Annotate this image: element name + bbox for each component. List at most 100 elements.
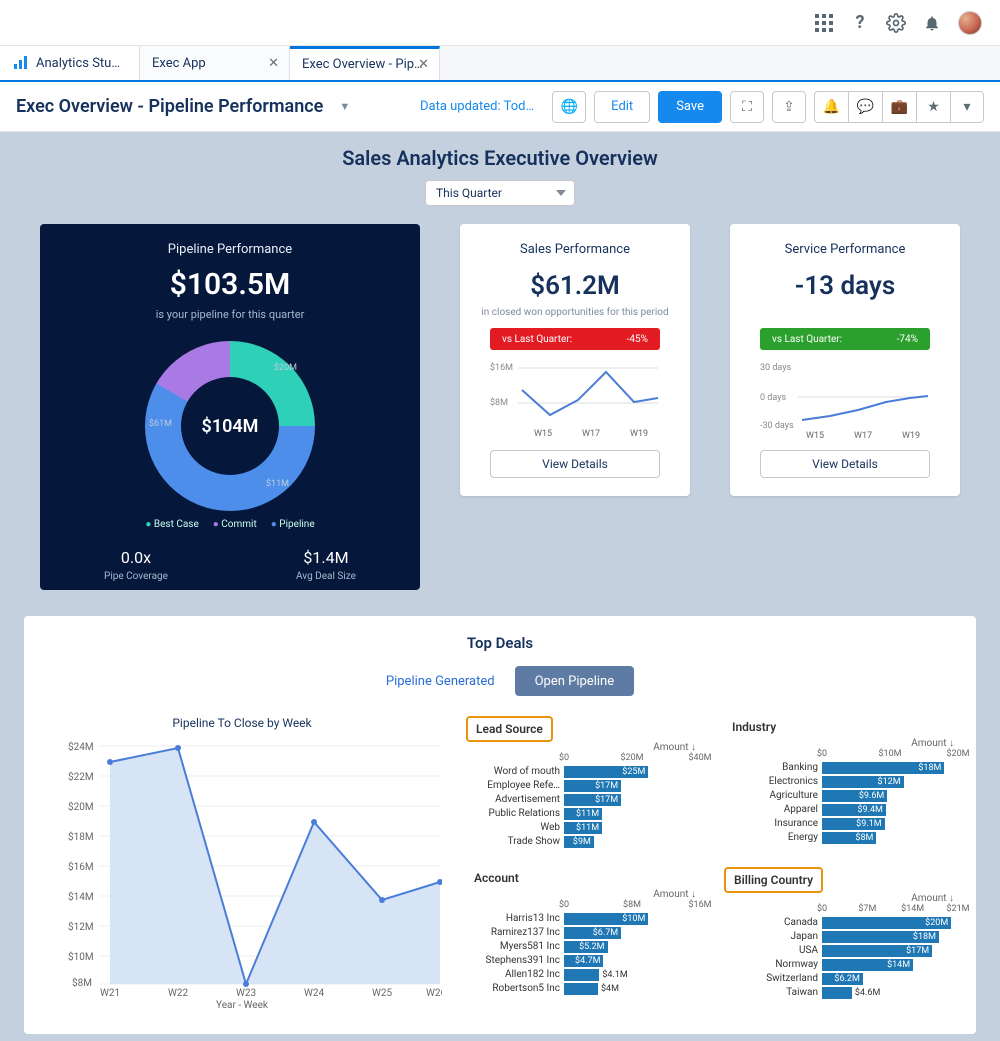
bar-row[interactable]: Agriculture$9.6M: [724, 789, 958, 802]
svg-text:W19: W19: [630, 429, 648, 439]
settings-icon[interactable]: [886, 13, 906, 33]
industry-chart[interactable]: IndustryAmount ↓$0$10M$20MBanking$18MEle…: [724, 716, 958, 855]
page-title: Exec Overview - Pipeline Performance: [16, 96, 323, 117]
bar-row[interactable]: Switzerland$6.2M: [724, 972, 958, 985]
alerts-button[interactable]: 🔔: [814, 91, 848, 123]
svg-text:$24M: $24M: [68, 740, 94, 753]
global-header: ?: [0, 0, 1000, 46]
download-button[interactable]: 💼: [882, 91, 916, 123]
notifications-icon[interactable]: [922, 13, 942, 33]
donut-legend: Best Case Commit Pipeline: [40, 519, 420, 530]
bar-row[interactable]: Canada$20M: [724, 916, 958, 929]
favorite-button[interactable]: ★: [916, 91, 950, 123]
billing-country-chart[interactable]: Billing CountryAmount ↓$0$7M$14M$21MCana…: [724, 867, 958, 1006]
subheader: Exec Overview - Pipeline Performance ▼ D…: [0, 82, 1000, 132]
bar-row[interactable]: Employee Refe…$17M: [466, 779, 700, 792]
amount-header: Amount ↓: [466, 742, 700, 753]
pipeline-subtitle: is your pipeline for this quarter: [40, 308, 420, 321]
bar-row[interactable]: Myers581 Inc$5.2M: [466, 940, 700, 953]
bar-row[interactable]: Normway$14M: [724, 958, 958, 971]
svg-text:$8M: $8M: [72, 976, 92, 989]
bar-row[interactable]: Banking$18M: [724, 761, 958, 774]
bar-row[interactable]: Web$11M: [466, 821, 700, 834]
pipeline-value: $103.5M: [40, 267, 420, 302]
bar-row[interactable]: Robertson5 Inc$4M: [466, 982, 700, 995]
bar-row[interactable]: USA$17M: [724, 944, 958, 957]
card-title: Pipeline Performance: [40, 242, 420, 257]
bar-row[interactable]: Allen182 Inc$4.1M: [466, 968, 700, 981]
close-icon[interactable]: ✕: [418, 57, 429, 72]
period-select[interactable]: This Quarter: [425, 180, 575, 206]
segment-label: $20M: [274, 363, 297, 373]
tab-pipeline-generated[interactable]: Pipeline Generated: [366, 666, 515, 696]
svg-text:$20M: $20M: [68, 800, 94, 813]
workspace-tabstrip: Analytics Stu… Exec App ✕ Exec Overview …: [0, 46, 1000, 82]
avg-deal-size-metric: $1.4MAvg Deal Size: [296, 548, 356, 582]
tab-open-pipeline[interactable]: Open Pipeline: [515, 666, 635, 696]
title-dropdown-icon[interactable]: ▼: [339, 100, 350, 113]
tab-exec-overview[interactable]: Exec Overview - Pip… ✕: [290, 46, 440, 80]
more-button[interactable]: ▾: [950, 91, 984, 123]
bar-row[interactable]: Ramirez137 Inc$6.7M: [466, 926, 700, 939]
svg-text:$18M: $18M: [68, 830, 94, 843]
user-avatar[interactable]: [958, 11, 982, 35]
svg-text:-30 days: -30 days: [760, 421, 794, 431]
pipeline-to-close-chart[interactable]: Pipeline To Close by Week $24M$22M$20M $…: [42, 716, 442, 1006]
bar-row[interactable]: Public Relations$11M: [466, 807, 700, 820]
sales-sparkline[interactable]: $16M $8M W15 W17 W19: [490, 360, 660, 440]
view-details-button[interactable]: View Details: [760, 450, 930, 478]
segment-label: $61M: [149, 419, 172, 429]
service-value: -13 days: [744, 271, 946, 301]
service-sparkline[interactable]: 30 days 0 days -30 days W15 W17 W19: [760, 360, 930, 440]
edit-button[interactable]: Edit: [594, 91, 650, 123]
dashboard-canvas[interactable]: Sales Analytics Executive Overview This …: [0, 132, 1000, 1041]
svg-text:$16M: $16M: [68, 860, 94, 873]
svg-text:W15: W15: [534, 429, 552, 439]
tab-analytics-studio[interactable]: Analytics Stu…: [0, 46, 140, 80]
pipeline-donut-chart[interactable]: $104M $20M $61M $11M: [145, 341, 315, 511]
bar-row[interactable]: Stephens391 Inc$4.7M: [466, 954, 700, 967]
save-button[interactable]: Save: [658, 91, 722, 123]
svg-text:W17: W17: [854, 431, 872, 440]
amount-header: Amount ↓: [724, 893, 958, 904]
lead-source-chart[interactable]: Lead SourceAmount ↓$0$20M$40MWord of mou…: [466, 716, 700, 855]
svg-text:W19: W19: [902, 431, 920, 440]
tab-label: Exec App: [152, 56, 206, 71]
svg-text:W24: W24: [304, 988, 324, 996]
bar-row[interactable]: Word of mouth$25M: [466, 765, 700, 778]
permissions-button[interactable]: 🌐: [552, 91, 586, 123]
bar-row[interactable]: Energy$8M: [724, 831, 958, 844]
analytics-logo-icon: [12, 55, 28, 71]
bar-row[interactable]: Trade Show$9M: [466, 835, 700, 848]
svg-text:W15: W15: [806, 431, 824, 440]
vs-last-quarter-pill: vs Last Quarter:-45%: [490, 328, 660, 350]
chart-title: Lead Source: [466, 716, 553, 742]
data-updated-link[interactable]: Data updated: Tod…: [420, 99, 534, 114]
apps-icon[interactable]: [814, 13, 834, 33]
panel-title: Top Deals: [42, 634, 958, 652]
svg-text:W22: W22: [168, 988, 188, 996]
pipe-coverage-metric: 0.0xPipe Coverage: [104, 548, 168, 582]
share-button[interactable]: ⇪: [772, 91, 806, 123]
bar-row[interactable]: Advertisement$17M: [466, 793, 700, 806]
account-chart[interactable]: AccountAmount ↓$0$8M$16MHarris13 Inc$10M…: [466, 867, 700, 1006]
tab-exec-app[interactable]: Exec App ✕: [140, 46, 290, 80]
bar-row[interactable]: Harris13 Inc$10M: [466, 912, 700, 925]
bar-row[interactable]: Japan$18M: [724, 930, 958, 943]
bar-row[interactable]: Apparel$9.4M: [724, 803, 958, 816]
svg-text:$10M: $10M: [68, 950, 94, 963]
amount-header: Amount ↓: [466, 889, 700, 900]
svg-text:$8M: $8M: [490, 397, 508, 408]
bar-row[interactable]: Insurance$9.1M: [724, 817, 958, 830]
bar-row[interactable]: Taiwan$4.6M: [724, 986, 958, 999]
action-cluster: 🔔 💬 💼 ★ ▾: [814, 91, 984, 123]
pipeline-performance-card: Pipeline Performance $103.5M is your pip…: [40, 224, 420, 590]
svg-text:W26: W26: [426, 988, 442, 996]
chatter-button[interactable]: 💬: [848, 91, 882, 123]
fullscreen-button[interactable]: ⛶: [730, 91, 764, 123]
view-details-button[interactable]: View Details: [490, 450, 660, 478]
bar-row[interactable]: Electronics$12M: [724, 775, 958, 788]
close-icon[interactable]: ✕: [268, 56, 279, 71]
sales-value: $61.2M: [474, 271, 676, 301]
help-icon[interactable]: ?: [850, 13, 870, 33]
